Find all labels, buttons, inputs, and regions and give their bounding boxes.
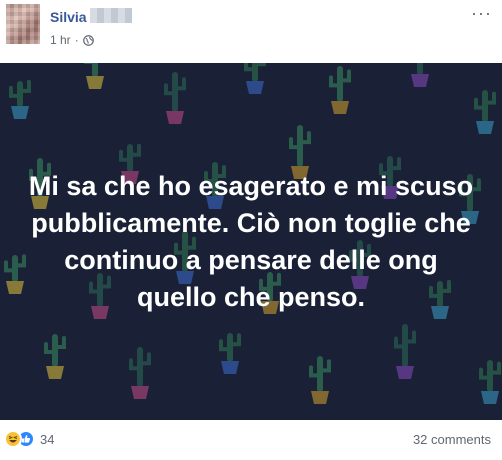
redacted-surname xyxy=(90,8,132,23)
avatar[interactable] xyxy=(6,4,40,44)
cactus-decoration xyxy=(244,63,266,94)
cactus-decoration xyxy=(84,63,104,89)
cactus-decoration xyxy=(129,347,151,399)
post-header: Silvia 1 hr · ··· xyxy=(0,0,502,60)
cactus-decoration xyxy=(9,79,31,119)
reaction-count: 34 xyxy=(40,431,55,447)
comments-link[interactable]: 32 comments xyxy=(413,432,491,447)
cactus-decoration xyxy=(309,356,331,404)
cactus-decoration xyxy=(4,254,26,294)
more-options-icon[interactable]: ··· xyxy=(471,4,492,22)
cactus-decoration xyxy=(329,66,351,114)
cactus-decoration xyxy=(411,63,429,87)
globe-icon[interactable] xyxy=(82,34,94,46)
post-footer: 34 32 comments xyxy=(0,420,502,460)
cactus-decoration xyxy=(219,333,241,374)
cactus-decoration xyxy=(394,324,416,379)
reactions-summary[interactable]: 34 xyxy=(4,430,54,448)
author-name[interactable]: Silvia xyxy=(50,9,87,25)
cactus-decoration xyxy=(44,334,66,379)
post-background: Mi sa che ho esagerato e mi scuso pubbli… xyxy=(0,63,502,420)
haha-icon xyxy=(4,430,22,448)
post-text: Mi sa che ho esagerato e mi scuso pubbli… xyxy=(28,171,474,312)
post-time[interactable]: 1 hr xyxy=(50,33,71,47)
cactus-decoration xyxy=(474,90,496,134)
meta-separator: · xyxy=(74,33,79,47)
post-meta: 1 hr · xyxy=(50,33,94,47)
cactus-decoration xyxy=(479,360,501,404)
cactus-decoration xyxy=(164,72,186,124)
